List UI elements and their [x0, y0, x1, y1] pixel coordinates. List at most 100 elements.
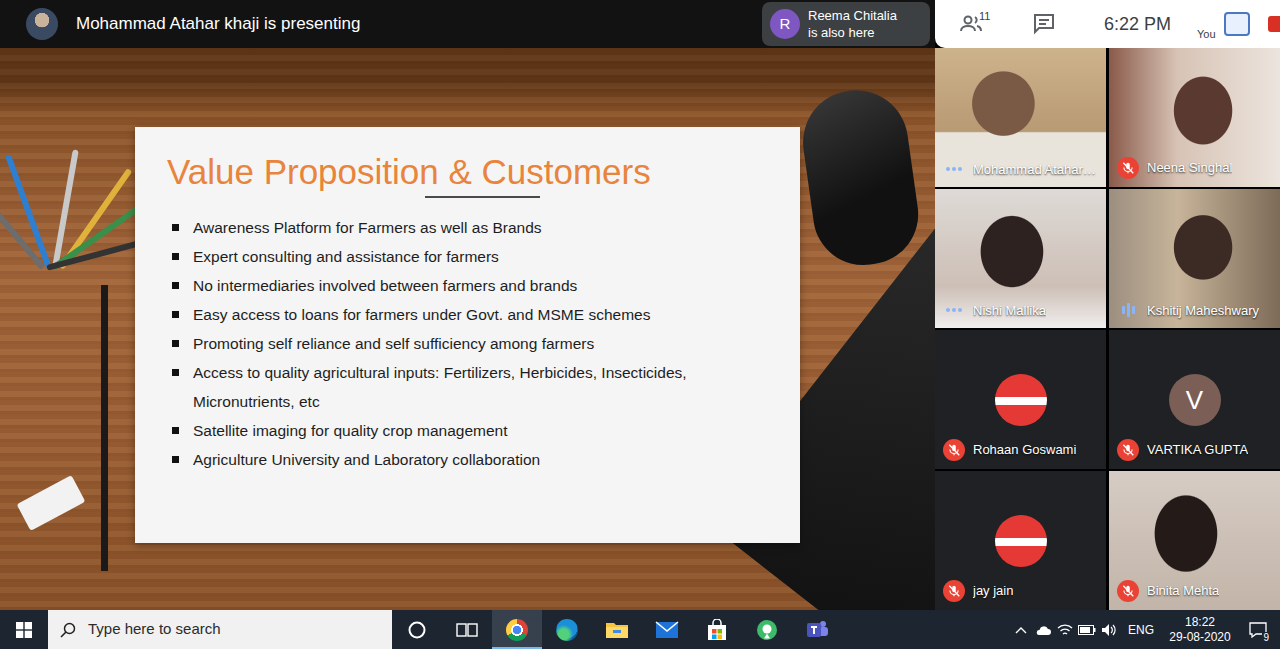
mic-status-icon	[1117, 303, 1139, 317]
chrome-icon	[506, 619, 528, 641]
presentation-area: Mohammad Atahar khaji is presenting R Reem…	[0, 0, 935, 610]
bullet-item: Awareness Platform for Farmers as well a…	[172, 213, 780, 242]
taskbar-search[interactable]	[48, 610, 392, 649]
participants-panel: 116:22 PMYou Mohammad Atahar… Neena Singh…	[935, 0, 1280, 610]
participant-tile[interactable]: jay jain	[935, 471, 1106, 610]
taskbar-button[interactable]	[492, 610, 542, 649]
participant-tile[interactable]: Binita Mehta	[1109, 471, 1280, 610]
audio-dot	[946, 308, 950, 312]
volume-icon[interactable]	[1098, 610, 1120, 649]
mail-icon	[655, 621, 679, 639]
participant-label: VARTIKA GUPTA	[1117, 439, 1276, 461]
chat-icon[interactable]	[1030, 10, 1058, 38]
participant-tile[interactable]: Nishi Mallika	[935, 189, 1106, 328]
network-icon[interactable]	[1054, 610, 1076, 649]
joiner-avatar-icon: R	[770, 9, 800, 39]
clock-date: 29-08-2020	[1164, 630, 1236, 645]
bullet-list: Awareness Platform for Farmers as well a…	[172, 213, 780, 474]
taskbar-button[interactable]	[592, 610, 642, 649]
participant-tile[interactable]: Rohaan Goswami	[935, 330, 1106, 469]
bullet-item: Agriculture University and Laboratory co…	[172, 445, 780, 474]
participant-name: VARTIKA GUPTA	[1147, 440, 1248, 460]
bullet-text: No intermediaries involved between farme…	[193, 271, 577, 300]
pencil-image	[101, 285, 108, 571]
taskbar-button[interactable]	[742, 610, 792, 649]
bullet-item: Access to quality agricultural inputs: F…	[172, 358, 780, 416]
participant-grid: Mohammad Atahar… Neena Singhal Nishi Malli…	[935, 48, 1280, 610]
shared-screen: Value Proposition & Customers Awareness P…	[0, 48, 935, 610]
file-explorer-icon	[605, 620, 629, 640]
meeting-window: Mohammad Atahar khaji is presenting R Reem…	[0, 0, 1280, 610]
participant-label: Rohaan Goswami	[943, 439, 1102, 461]
muted-mic-icon	[943, 580, 965, 602]
notification-center-icon[interactable]: 9	[1236, 610, 1280, 649]
clock[interactable]: 18:2229-08-2020	[1164, 615, 1236, 645]
battery-icon[interactable]	[1076, 610, 1098, 649]
cloud-icon[interactable]	[1032, 610, 1054, 649]
teams-icon	[805, 619, 829, 641]
meeting-header: 116:22 PMYou	[935, 0, 1280, 48]
bullet-square-icon	[172, 427, 179, 434]
slide-title: Value Proposition & Customers	[167, 150, 780, 194]
slide: Value Proposition & Customers Awareness P…	[135, 127, 800, 543]
joiner-name: Reema Chitalia	[808, 7, 897, 24]
people-icon[interactable]: 11	[957, 10, 985, 38]
self-avatar-icon[interactable]	[1224, 12, 1250, 36]
taskbar-button[interactable]	[542, 610, 592, 649]
show-hidden-icon[interactable]	[1010, 610, 1032, 649]
taskbar-button[interactable]	[642, 610, 692, 649]
participant-label: Kshitij Maheshwary	[1117, 301, 1276, 321]
participant-tile[interactable]: Neena Singhal	[1109, 48, 1280, 187]
audio-dot	[952, 167, 956, 171]
idle-dots-icon	[943, 167, 965, 171]
mouse-image	[796, 84, 924, 272]
participant-tile[interactable]: VVARTIKA GUPTA	[1109, 330, 1280, 469]
bullet-text: Access to quality agricultural inputs: F…	[193, 358, 780, 416]
cortana-icon	[407, 620, 427, 640]
muted-mic-icon	[1117, 157, 1139, 179]
bullet-square-icon	[172, 282, 179, 289]
participant-name: Kshitij Maheshwary	[1147, 301, 1259, 321]
people-count: 11	[979, 8, 990, 25]
bullet-item: Easy access to loans for farmers under G…	[172, 300, 780, 329]
input-language[interactable]: ENG	[1128, 621, 1154, 639]
taskbar-button[interactable]	[792, 610, 842, 649]
presenting-bar: Mohammad Atahar khaji is presenting R Reem…	[0, 0, 935, 48]
participant-name: Neena Singhal	[1147, 158, 1232, 178]
audio-bar	[1122, 306, 1125, 314]
participant-tile[interactable]: Mohammad Atahar…	[935, 48, 1106, 187]
taskbar-button[interactable]	[442, 610, 492, 649]
speaking-bars-icon	[1117, 303, 1139, 317]
pen-cup-image	[0, 108, 120, 288]
participant-name: Mohammad Atahar…	[973, 160, 1096, 180]
system-tray: ENG 18:2229-08-2020 9	[1010, 610, 1280, 649]
profile-picture-icon	[995, 374, 1047, 426]
search-input[interactable]	[86, 617, 392, 642]
participant-name: Nishi Mallika	[973, 301, 1046, 321]
task-view-icon	[456, 621, 478, 639]
audio-bar	[1132, 306, 1135, 314]
participant-label: Nishi Mallika	[943, 301, 1102, 321]
bullet-square-icon	[172, 369, 179, 376]
title-underline	[425, 196, 540, 198]
start-button-icon[interactable]	[0, 610, 48, 649]
audio-dot	[958, 308, 962, 312]
bullet-square-icon	[172, 456, 179, 463]
taskbar-button[interactable]	[692, 610, 742, 649]
taskbar-button[interactable]	[392, 610, 442, 649]
notification-count: 9	[1262, 632, 1270, 643]
participant-label: Neena Singhal	[1117, 157, 1276, 179]
bullet-item: Expert consulting and assistance for far…	[172, 242, 780, 271]
muted-mic-icon	[943, 439, 965, 461]
audio-dot	[952, 308, 956, 312]
joiner-status: is also here	[808, 24, 897, 41]
participant-tile[interactable]: Kshitij Maheshwary	[1109, 189, 1280, 328]
bullet-text: Awareness Platform for Farmers as well a…	[193, 213, 542, 242]
participant-label: Mohammad Atahar…	[943, 160, 1102, 180]
search-icon	[60, 622, 76, 638]
presenting-text: Mohammad Atahar khaji is presenting	[76, 11, 360, 37]
mic-status-icon	[943, 308, 965, 312]
participant-name: Binita Mehta	[1147, 581, 1219, 601]
bullet-text: Expert consulting and assistance for far…	[193, 242, 499, 271]
audio-bar	[1127, 303, 1130, 317]
